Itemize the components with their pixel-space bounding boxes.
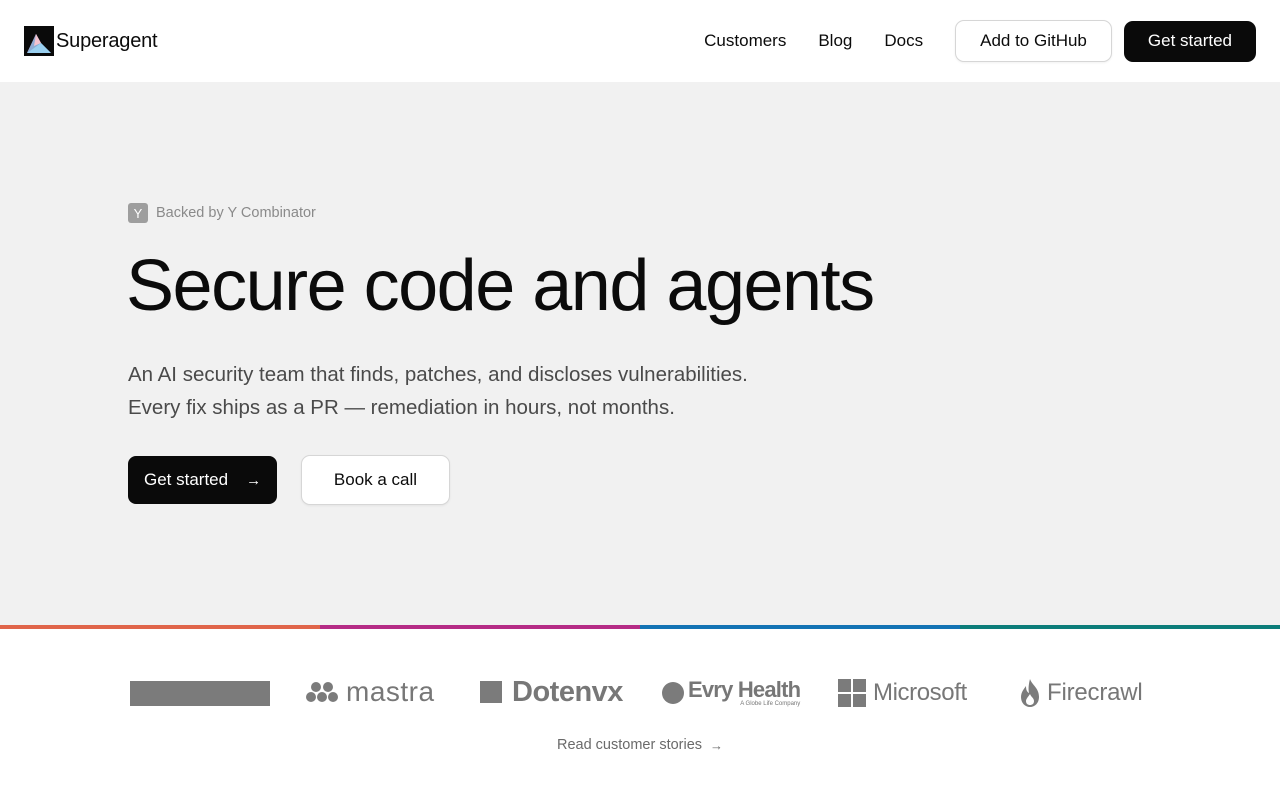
- read-customer-stories-link[interactable]: Read customer stories →: [0, 737, 1280, 753]
- hero-title: Secure code and agents: [126, 246, 875, 326]
- nav-link-customers[interactable]: Customers: [704, 31, 786, 51]
- dotenvx-wordmark: Dotenvx: [512, 675, 623, 708]
- hero-get-started-button[interactable]: Get started →: [128, 456, 277, 504]
- dotenvx-logo: Dotenvx: [480, 675, 623, 709]
- flame-icon: [1021, 679, 1039, 707]
- top-nav: Customers Blog Docs Add to GitHub Get st…: [704, 20, 1256, 62]
- evry-health-logo: Evry Health A Globe Life Company: [662, 676, 801, 709]
- evry-wordmark: Evry Health: [688, 676, 801, 702]
- customer-logos-section: mastra Dotenvx Evry Health A Globe Life …: [0, 629, 1280, 800]
- hero-subtitle-line-2: Every fix ships as a PR — remediation in…: [128, 396, 675, 419]
- site-header: Superagent Customers Blog Docs Add to Gi…: [0, 0, 1280, 82]
- firecrawl-wordmark: Firecrawl: [1047, 679, 1143, 706]
- evry-circle-icon: [662, 682, 684, 704]
- hero-section: Y Backed by Y Combinator Secure code and…: [0, 82, 1280, 625]
- hero-subtitle: An AI security team that finds, patches,…: [128, 358, 828, 424]
- microsoft-wordmark: Microsoft: [873, 679, 967, 706]
- hero-get-started-label: Get started: [144, 470, 229, 489]
- mastra-icon: [306, 682, 338, 702]
- microsoft-logo: Microsoft: [838, 679, 967, 707]
- nav-link-docs[interactable]: Docs: [884, 31, 923, 51]
- nav-link-blog[interactable]: Blog: [818, 31, 852, 51]
- microsoft-windows-icon: [838, 679, 866, 707]
- hero-subtitle-line-1: An AI security team that finds, patches,…: [128, 363, 748, 386]
- yc-text: Backed by Y Combinator: [156, 205, 316, 221]
- mastra-logo: mastra: [304, 675, 435, 709]
- brand-home-link[interactable]: Superagent: [24, 26, 158, 56]
- dotenvx-square-icon: [480, 681, 502, 703]
- header-get-started-button[interactable]: Get started: [1123, 20, 1256, 62]
- brand-name: Superagent: [56, 29, 158, 52]
- arrow-right-icon: →: [710, 737, 724, 753]
- hero-cta-group: Get started → Book a call: [128, 455, 450, 505]
- y-combinator-icon: Y: [128, 203, 148, 223]
- add-to-github-button[interactable]: Add to GitHub: [955, 20, 1112, 62]
- arrow-right-icon: →: [246, 471, 262, 489]
- redacted-customer-logo: [130, 681, 270, 706]
- book-a-call-button[interactable]: Book a call: [301, 455, 450, 505]
- yc-backed-label: Y Backed by Y Combinator: [128, 203, 316, 223]
- mastra-wordmark: mastra: [346, 676, 435, 707]
- superagent-logo-icon: [24, 26, 54, 56]
- stories-link-label: Read customer stories: [556, 737, 703, 753]
- firecrawl-logo: Firecrawl: [1019, 677, 1143, 709]
- evry-tagline: A Globe Life Company: [740, 700, 801, 707]
